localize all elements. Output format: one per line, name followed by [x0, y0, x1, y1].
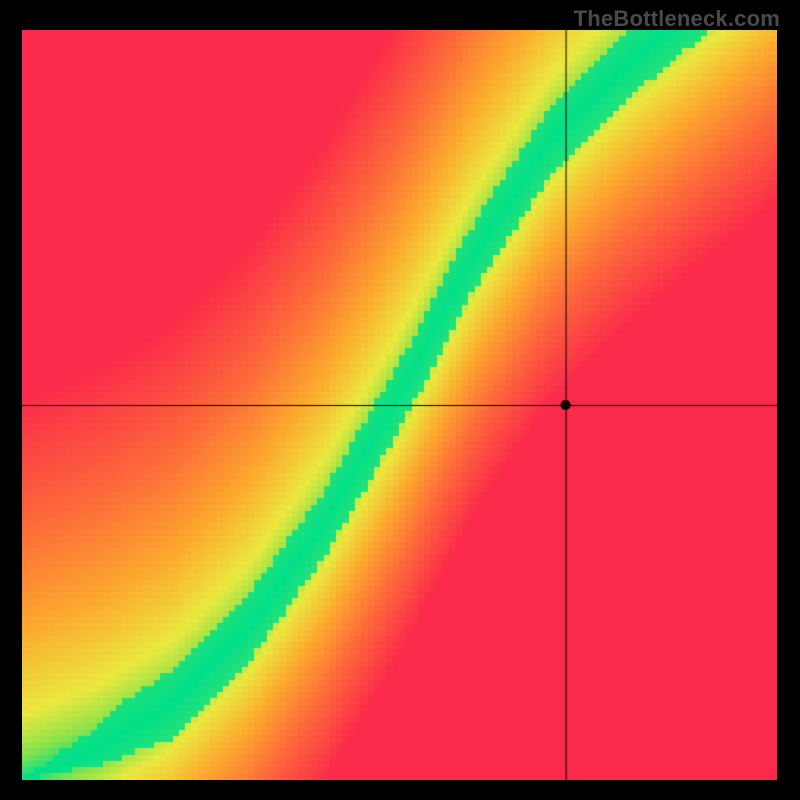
heatmap-plot: [22, 30, 777, 780]
chart-frame: TheBottleneck.com: [0, 0, 800, 800]
heatmap-canvas: [22, 30, 777, 780]
watermark-text: TheBottleneck.com: [574, 6, 780, 32]
